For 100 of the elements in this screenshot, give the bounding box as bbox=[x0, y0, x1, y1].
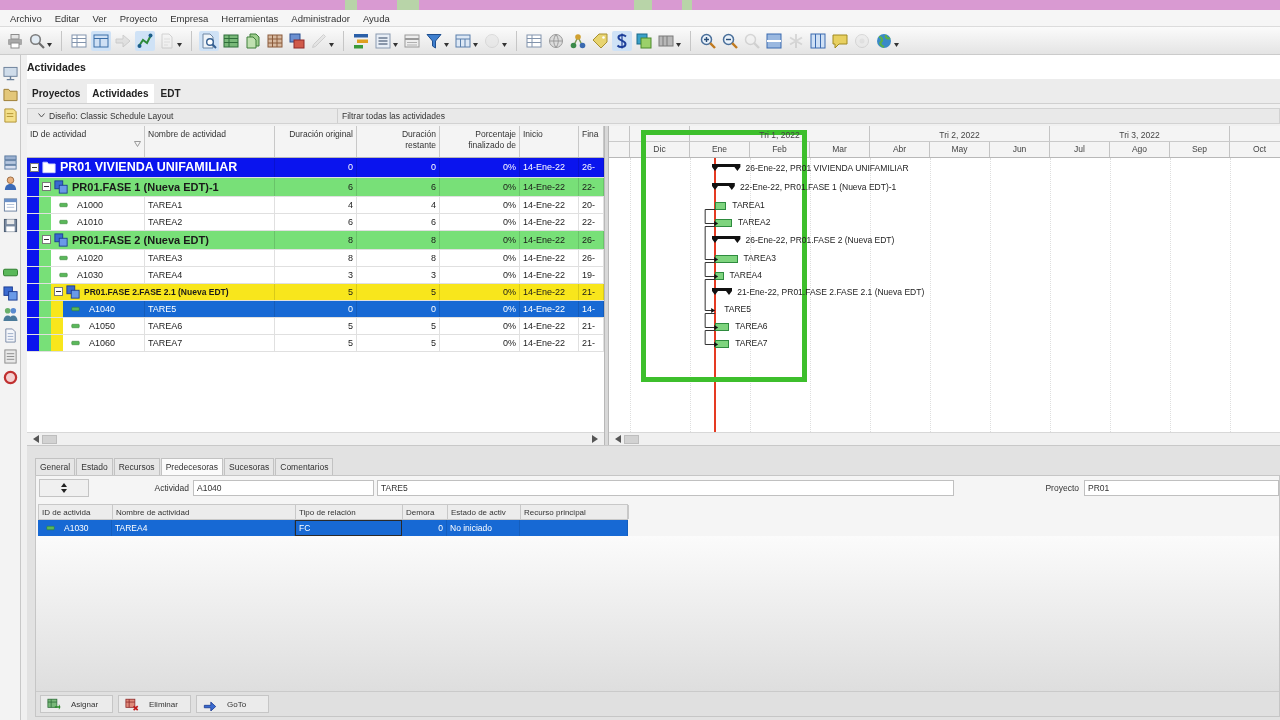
tab[interactable]: Recursos bbox=[113, 458, 160, 476]
person-icon[interactable] bbox=[2, 176, 18, 191]
printer-icon[interactable] bbox=[7, 32, 23, 49]
delete-button[interactable]: Eliminar bbox=[118, 695, 191, 713]
caret-icon[interactable] bbox=[473, 42, 478, 47]
table-row[interactable]: A1030 TAREA4 FC 0 No iniciado bbox=[38, 520, 628, 537]
scrollbar[interactable] bbox=[609, 432, 1280, 446]
filter-label[interactable]: Filtrar todas las actividades bbox=[338, 110, 445, 121]
left-arrow-icon[interactable] bbox=[33, 435, 39, 444]
column-header[interactable]: Duración original bbox=[289, 128, 353, 140]
table-row[interactable]: PR01 VIVIENDA UNIFAMILIAR 0 0 0% 14-Ene-22 26- bbox=[27, 157, 604, 178]
input-field[interactable]: TARE5 bbox=[377, 480, 954, 497]
table-cell[interactable]: FC bbox=[295, 520, 402, 537]
layers-icon[interactable] bbox=[2, 155, 18, 170]
minus-box-icon[interactable] bbox=[30, 162, 39, 172]
scrollbar-thumb[interactable] bbox=[624, 434, 639, 444]
left-arrow-icon[interactable] bbox=[615, 435, 621, 444]
column-header[interactable]: Estado de activ bbox=[448, 505, 521, 520]
sheet-icon[interactable] bbox=[267, 32, 283, 49]
tab[interactable]: General bbox=[35, 458, 76, 476]
zoom-out-icon[interactable] bbox=[722, 32, 738, 49]
squares-icon[interactable] bbox=[636, 32, 652, 49]
input-field[interactable]: PR01 bbox=[1084, 480, 1279, 497]
column-header[interactable]: ID de actividad bbox=[30, 128, 87, 140]
spin-control[interactable] bbox=[39, 479, 89, 498]
people-icon[interactable] bbox=[2, 307, 18, 322]
minus-box-icon[interactable] bbox=[54, 287, 63, 297]
tab[interactable]: Estado bbox=[76, 458, 113, 476]
calendar-icon[interactable] bbox=[2, 197, 18, 212]
caret-icon[interactable] bbox=[329, 42, 334, 47]
input-field[interactable]: A1040 bbox=[193, 480, 374, 497]
column-header[interactable]: Inicio bbox=[523, 128, 543, 140]
rows-icon[interactable] bbox=[404, 32, 420, 49]
note-icon[interactable] bbox=[2, 108, 18, 123]
caret-icon[interactable] bbox=[47, 42, 52, 47]
menu-item[interactable]: Ver bbox=[92, 12, 107, 24]
goto-button[interactable]: GoTo bbox=[196, 695, 269, 713]
nodes-icon[interactable] bbox=[570, 32, 586, 49]
column-header[interactable]: Demora bbox=[403, 505, 448, 520]
tab[interactable]: Proyectos bbox=[27, 83, 86, 103]
column-header[interactable]: ID de activida bbox=[39, 505, 113, 520]
list-icon[interactable] bbox=[2, 349, 18, 364]
globe-icon[interactable] bbox=[548, 32, 564, 49]
column-header[interactable]: Fina bbox=[582, 128, 599, 140]
magnifier-icon[interactable] bbox=[29, 32, 45, 49]
assign-button[interactable]: Asignar bbox=[40, 695, 113, 713]
column-header[interactable]: Nombre de actividad bbox=[148, 128, 226, 140]
right-arrow-icon[interactable] bbox=[592, 435, 598, 444]
monitor-icon[interactable] bbox=[2, 66, 18, 81]
table-icon[interactable] bbox=[71, 32, 87, 49]
split-icon[interactable] bbox=[766, 32, 782, 49]
tab[interactable]: Sucesoras bbox=[224, 458, 275, 476]
menu-item[interactable]: Archivo bbox=[10, 12, 42, 24]
caret-icon[interactable] bbox=[894, 42, 899, 47]
chevron-icon[interactable] bbox=[38, 113, 45, 119]
column-header[interactable]: Porcentaje finalizado de bbox=[464, 128, 516, 151]
menu-item[interactable]: Empresa bbox=[170, 12, 209, 24]
sort-icon[interactable] bbox=[134, 140, 141, 147]
squares-icon[interactable] bbox=[2, 286, 18, 301]
layout-name[interactable]: Diseño: Classic Schedule Layout bbox=[49, 110, 174, 121]
caret-icon[interactable] bbox=[393, 42, 398, 47]
minus-box-icon[interactable] bbox=[42, 182, 51, 192]
table-icon[interactable] bbox=[526, 32, 542, 49]
column-header[interactable]: Tipo de relación bbox=[296, 505, 403, 520]
minus-box-icon[interactable] bbox=[42, 235, 51, 245]
up-arrow-icon[interactable] bbox=[61, 483, 67, 488]
menu-item[interactable]: Editar bbox=[54, 12, 80, 24]
menu-item[interactable]: Ayuda bbox=[362, 12, 390, 24]
columns-icon[interactable] bbox=[810, 32, 826, 49]
scrollbar[interactable] bbox=[27, 432, 604, 446]
filter-icon[interactable] bbox=[426, 32, 442, 49]
gantt-bars-icon[interactable] bbox=[353, 32, 369, 49]
zoom-in-icon[interactable] bbox=[700, 32, 716, 49]
speech-bubble-icon[interactable] bbox=[832, 32, 848, 49]
find-page-icon[interactable] bbox=[199, 30, 219, 51]
squiggle-icon[interactable] bbox=[612, 30, 632, 51]
menu-item[interactable]: Proyecto bbox=[119, 12, 158, 24]
stack-icon[interactable] bbox=[289, 32, 305, 49]
grid-icon[interactable] bbox=[223, 32, 239, 49]
tab[interactable]: EDT bbox=[155, 83, 186, 103]
down-arrow-icon[interactable] bbox=[61, 489, 67, 494]
layout-icon[interactable] bbox=[91, 30, 111, 51]
menu-item[interactable]: Herramientas bbox=[221, 12, 279, 24]
ring-icon[interactable] bbox=[2, 370, 18, 385]
column-header[interactable]: Duración restante bbox=[384, 128, 436, 151]
caret-icon[interactable] bbox=[502, 42, 507, 47]
tab[interactable]: Comentarios bbox=[275, 458, 334, 476]
scrollbar-thumb[interactable] bbox=[42, 434, 57, 444]
tag-icon[interactable] bbox=[592, 32, 608, 49]
tab[interactable]: Predecesoras bbox=[160, 458, 224, 476]
column-header[interactable]: Nombre de actividad bbox=[113, 505, 296, 520]
folder-icon[interactable] bbox=[2, 87, 18, 102]
column-header[interactable]: Recurso principal bbox=[521, 505, 629, 520]
caret-icon[interactable] bbox=[444, 42, 449, 47]
line-chart-icon[interactable] bbox=[135, 30, 155, 51]
menu-item[interactable]: Administrador bbox=[291, 12, 350, 24]
pages-icon[interactable] bbox=[245, 32, 261, 49]
tab[interactable]: Actividades bbox=[87, 83, 154, 103]
caret-icon[interactable] bbox=[177, 42, 182, 47]
columns-icon[interactable] bbox=[455, 32, 471, 49]
